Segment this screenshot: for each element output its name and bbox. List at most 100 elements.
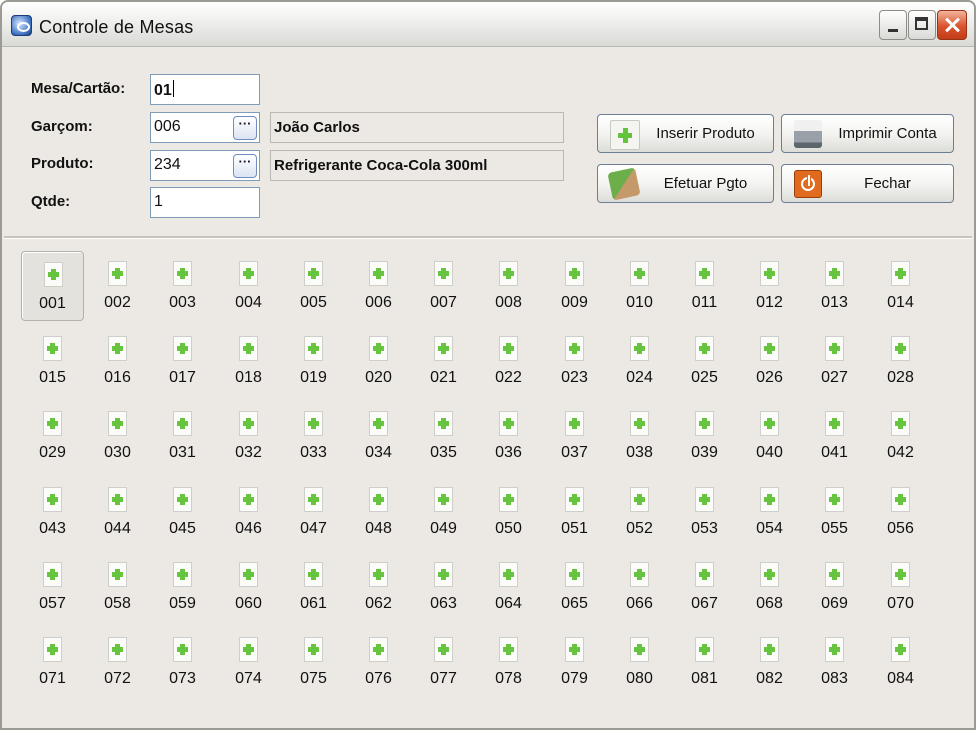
table-tile-029[interactable]: 029 xyxy=(21,401,84,471)
table-tile-046[interactable]: 046 xyxy=(217,477,280,547)
table-tile-042[interactable]: 042 xyxy=(869,401,932,471)
table-tile-030[interactable]: 030 xyxy=(86,401,149,471)
table-tile-040[interactable]: 040 xyxy=(738,401,801,471)
table-tile-044[interactable]: 044 xyxy=(86,477,149,547)
title-bar[interactable]: Controle de Mesas xyxy=(2,2,974,47)
produto-lookup-button[interactable]: ··· xyxy=(233,154,257,178)
mesa-input[interactable]: 01 xyxy=(150,74,260,105)
add-table-icon xyxy=(499,261,518,286)
table-tile-082[interactable]: 082 xyxy=(738,627,801,697)
table-tile-064[interactable]: 064 xyxy=(477,552,540,622)
table-tile-072[interactable]: 072 xyxy=(86,627,149,697)
table-tile-033[interactable]: 033 xyxy=(282,401,345,471)
add-table-icon xyxy=(173,637,192,662)
table-tile-054[interactable]: 054 xyxy=(738,477,801,547)
table-tile-025[interactable]: 025 xyxy=(673,326,736,396)
table-tile-059[interactable]: 059 xyxy=(151,552,214,622)
table-tile-034[interactable]: 034 xyxy=(347,401,410,471)
garcom-lookup-button[interactable]: ··· xyxy=(233,116,257,140)
table-tile-061[interactable]: 061 xyxy=(282,552,345,622)
table-tile-067[interactable]: 067 xyxy=(673,552,736,622)
table-tile-006[interactable]: 006 xyxy=(347,251,410,321)
table-tile-019[interactable]: 019 xyxy=(282,326,345,396)
table-tile-084[interactable]: 084 xyxy=(869,627,932,697)
table-tile-052[interactable]: 052 xyxy=(608,477,671,547)
table-tile-045[interactable]: 045 xyxy=(151,477,214,547)
table-tile-021[interactable]: 021 xyxy=(412,326,475,396)
table-tile-017[interactable]: 017 xyxy=(151,326,214,396)
table-tile-074[interactable]: 074 xyxy=(217,627,280,697)
table-tile-012[interactable]: 012 xyxy=(738,251,801,321)
table-tile-056[interactable]: 056 xyxy=(869,477,932,547)
table-tile-008[interactable]: 008 xyxy=(477,251,540,321)
table-tile-016[interactable]: 016 xyxy=(86,326,149,396)
inserir-produto-button[interactable]: Inserir Produto xyxy=(597,114,774,153)
table-tile-004[interactable]: 004 xyxy=(217,251,280,321)
table-tile-071[interactable]: 071 xyxy=(21,627,84,697)
table-tile-076[interactable]: 076 xyxy=(347,627,410,697)
table-tile-058[interactable]: 058 xyxy=(86,552,149,622)
table-tile-043[interactable]: 043 xyxy=(21,477,84,547)
qtde-input[interactable]: 1 xyxy=(150,187,260,218)
table-tile-009[interactable]: 009 xyxy=(543,251,606,321)
table-tile-028[interactable]: 028 xyxy=(869,326,932,396)
table-tile-065[interactable]: 065 xyxy=(543,552,606,622)
table-tile-037[interactable]: 037 xyxy=(543,401,606,471)
maximize-button[interactable] xyxy=(908,10,936,40)
imprimir-conta-button[interactable]: Imprimir Conta xyxy=(781,114,954,153)
fechar-button[interactable]: Fechar xyxy=(781,164,954,203)
table-tile-036[interactable]: 036 xyxy=(477,401,540,471)
efetuar-pgto-button[interactable]: Efetuar Pgto xyxy=(597,164,774,203)
table-tile-073[interactable]: 073 xyxy=(151,627,214,697)
table-tile-022[interactable]: 022 xyxy=(477,326,540,396)
table-tile-026[interactable]: 026 xyxy=(738,326,801,396)
table-tile-027[interactable]: 027 xyxy=(803,326,866,396)
table-tile-015[interactable]: 015 xyxy=(21,326,84,396)
table-tile-060[interactable]: 060 xyxy=(217,552,280,622)
close-button[interactable] xyxy=(937,10,967,40)
table-tile-032[interactable]: 032 xyxy=(217,401,280,471)
table-tile-077[interactable]: 077 xyxy=(412,627,475,697)
table-tile-007[interactable]: 007 xyxy=(412,251,475,321)
table-tile-051[interactable]: 051 xyxy=(543,477,606,547)
table-tile-068[interactable]: 068 xyxy=(738,552,801,622)
table-tile-070[interactable]: 070 xyxy=(869,552,932,622)
table-tile-018[interactable]: 018 xyxy=(217,326,280,396)
table-tile-024[interactable]: 024 xyxy=(608,326,671,396)
table-tile-041[interactable]: 041 xyxy=(803,401,866,471)
table-tile-069[interactable]: 069 xyxy=(803,552,866,622)
minimize-button[interactable] xyxy=(879,10,907,40)
table-tile-038[interactable]: 038 xyxy=(608,401,671,471)
table-tile-075[interactable]: 075 xyxy=(282,627,345,697)
table-tile-055[interactable]: 055 xyxy=(803,477,866,547)
table-tile-023[interactable]: 023 xyxy=(543,326,606,396)
table-tile-031[interactable]: 031 xyxy=(151,401,214,471)
table-tile-053[interactable]: 053 xyxy=(673,477,736,547)
table-tile-003[interactable]: 003 xyxy=(151,251,214,321)
table-tile-039[interactable]: 039 xyxy=(673,401,736,471)
table-tile-020[interactable]: 020 xyxy=(347,326,410,396)
table-tile-013[interactable]: 013 xyxy=(803,251,866,321)
window-title: Controle de Mesas xyxy=(39,17,194,37)
table-tile-081[interactable]: 081 xyxy=(673,627,736,697)
table-tile-014[interactable]: 014 xyxy=(869,251,932,321)
app-icon[interactable] xyxy=(11,15,32,36)
table-tile-010[interactable]: 010 xyxy=(608,251,671,321)
table-tile-062[interactable]: 062 xyxy=(347,552,410,622)
table-tile-048[interactable]: 048 xyxy=(347,477,410,547)
table-tile-066[interactable]: 066 xyxy=(608,552,671,622)
table-tile-002[interactable]: 002 xyxy=(86,251,149,321)
table-tile-080[interactable]: 080 xyxy=(608,627,671,697)
table-tile-063[interactable]: 063 xyxy=(412,552,475,622)
table-tile-083[interactable]: 083 xyxy=(803,627,866,697)
table-tile-078[interactable]: 078 xyxy=(477,627,540,697)
table-tile-047[interactable]: 047 xyxy=(282,477,345,547)
table-tile-001[interactable]: 001 xyxy=(21,251,84,321)
table-tile-079[interactable]: 079 xyxy=(543,627,606,697)
table-tile-011[interactable]: 011 xyxy=(673,251,736,321)
table-tile-057[interactable]: 057 xyxy=(21,552,84,622)
table-tile-005[interactable]: 005 xyxy=(282,251,345,321)
table-tile-050[interactable]: 050 xyxy=(477,477,540,547)
table-tile-049[interactable]: 049 xyxy=(412,477,475,547)
table-tile-035[interactable]: 035 xyxy=(412,401,475,471)
